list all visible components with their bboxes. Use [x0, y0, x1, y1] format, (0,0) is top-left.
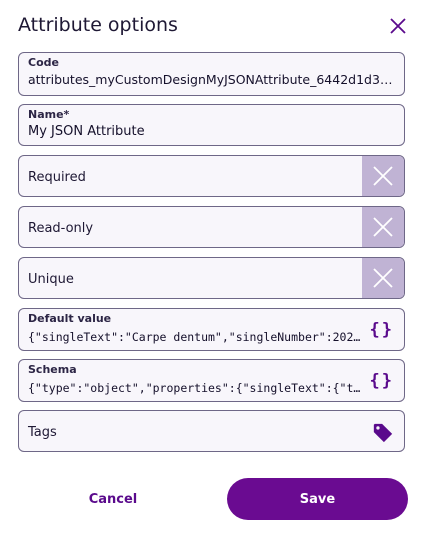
dialog-header: Attribute options — [18, 10, 410, 42]
unique-toggle[interactable] — [362, 258, 404, 298]
schema-label: Schema — [28, 363, 77, 376]
required-toggle-row[interactable]: Required — [18, 155, 405, 197]
unique-label: Unique — [28, 272, 74, 287]
dialog-title: Attribute options — [18, 14, 178, 36]
default-value-input[interactable]: {"singleText":"Carpe dentum","singleNumb… — [28, 330, 362, 344]
cancel-button[interactable]: Cancel — [18, 478, 208, 520]
code-value[interactable]: attributes_myCustomDesignMyJSONAttribute… — [28, 72, 394, 87]
code-braces-icon[interactable]: {} — [370, 320, 394, 340]
default-value-label: Default value — [28, 312, 112, 325]
close-icon[interactable] — [386, 14, 410, 38]
default-value-field[interactable]: Default value {"singleText":"Carpe dentu… — [18, 308, 405, 351]
schema-input[interactable]: {"type":"object","properties":{"singleTe… — [28, 381, 362, 395]
required-toggle[interactable] — [362, 156, 404, 196]
name-label: Name* — [28, 108, 70, 121]
readonly-toggle[interactable] — [362, 207, 404, 247]
required-label: Required — [28, 170, 86, 185]
code-braces-icon[interactable]: {} — [370, 371, 394, 391]
tags-label: Tags — [28, 425, 57, 440]
unique-toggle-row[interactable]: Unique — [18, 257, 405, 299]
x-icon — [373, 166, 393, 186]
readonly-toggle-row[interactable]: Read-only — [18, 206, 405, 248]
x-icon — [373, 217, 393, 237]
name-field[interactable]: Name* My JSON Attribute — [18, 104, 405, 146]
save-button[interactable]: Save — [227, 478, 408, 520]
x-icon — [373, 268, 393, 288]
readonly-label: Read-only — [28, 221, 94, 236]
tag-icon[interactable] — [372, 422, 394, 444]
code-label: Code — [28, 56, 59, 69]
name-input[interactable]: My JSON Attribute — [28, 124, 394, 139]
schema-field[interactable]: Schema {"type":"object","properties":{"s… — [18, 359, 405, 402]
code-field[interactable]: Code attributes_myCustomDesignMyJSONAttr… — [18, 52, 405, 96]
tags-field[interactable]: Tags — [18, 410, 405, 452]
